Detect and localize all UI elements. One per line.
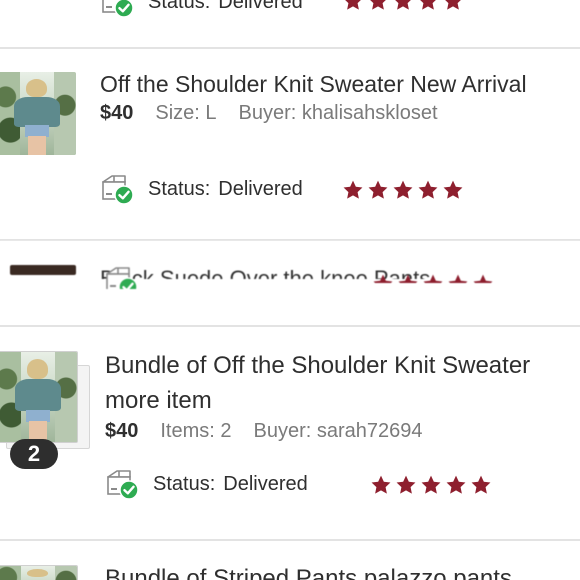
order-row-4[interactable]: Bundle of Striped Pants palazzo pants [0, 541, 580, 580]
star-icon [417, 179, 439, 201]
star-icon [395, 474, 417, 496]
star-icon [420, 474, 442, 496]
status-label: Status: [148, 177, 211, 200]
order-row-0[interactable]: Status: Delivered [0, 0, 580, 48]
star-icon [442, 0, 464, 12]
star-icon [342, 0, 364, 12]
star-icon [392, 179, 414, 201]
star-icon [367, 0, 389, 12]
rating-stars [370, 474, 492, 496]
rating-stars [342, 0, 464, 12]
item-title-line-1[interactable]: Bundle of Off the Shoulder Knit Sweater [105, 348, 530, 383]
item-thumbnail[interactable] [0, 351, 78, 443]
star-icon [472, 273, 494, 283]
star-icon [367, 179, 389, 201]
item-thumbnail[interactable] [0, 565, 78, 580]
star-icon [442, 179, 464, 201]
order-status: Status: Delivered [105, 468, 308, 500]
order-status: Status: Delivered [100, 173, 303, 205]
package-delivered-icon [100, 0, 134, 18]
star-icon [342, 179, 364, 201]
package-delivered-icon [100, 173, 134, 205]
item-buyer: Buyer: sarah72694 [253, 420, 423, 442]
item-price: $40 [105, 420, 139, 442]
item-thumbnail[interactable] [10, 265, 76, 275]
item-count: Items: 2 [160, 420, 232, 442]
status-label: Status: [148, 0, 211, 13]
order-row-2[interactable]: Black Suede Over the knee Pants [0, 241, 580, 289]
star-icon [470, 474, 492, 496]
item-price: $40 [100, 102, 134, 124]
status-value: Delivered [223, 472, 308, 495]
order-status: Status: Delivered [100, 0, 303, 18]
item-buyer: Buyer: khalisahskloset [238, 102, 438, 124]
rating-stars [342, 179, 464, 201]
star-icon [422, 273, 444, 283]
package-delivered-icon [104, 265, 138, 289]
item-title-line-2[interactable]: more item [105, 383, 212, 418]
status-value: Delivered [218, 0, 303, 13]
package-delivered-icon [105, 468, 139, 500]
bundle-count-badge: 2 [10, 439, 58, 469]
item-meta: $40 Size: L Buyer: khalisahskloset [100, 102, 438, 125]
order-row-1[interactable]: Off the Shoulder Knit Sweater New Arriva… [0, 49, 580, 239]
star-icon [397, 273, 419, 283]
star-icon [417, 0, 439, 12]
item-title[interactable]: Bundle of Striped Pants palazzo pants [105, 561, 512, 580]
status-value: Delivered [218, 177, 303, 200]
status-label: Status: [153, 472, 216, 495]
star-icon [445, 474, 467, 496]
star-icon [447, 273, 469, 283]
item-thumbnail[interactable] [0, 72, 76, 155]
item-size: Size: L [155, 102, 217, 124]
rating-stars [372, 273, 494, 283]
item-title[interactable]: Off the Shoulder Knit Sweater New Arriva… [100, 67, 527, 102]
item-meta: $40 Items: 2 Buyer: sarah72694 [105, 420, 423, 443]
star-icon [392, 0, 414, 12]
star-icon [372, 273, 394, 283]
star-icon [370, 474, 392, 496]
order-row-3[interactable]: 2 Bundle of Off the Shoulder Knit Sweate… [0, 327, 580, 539]
